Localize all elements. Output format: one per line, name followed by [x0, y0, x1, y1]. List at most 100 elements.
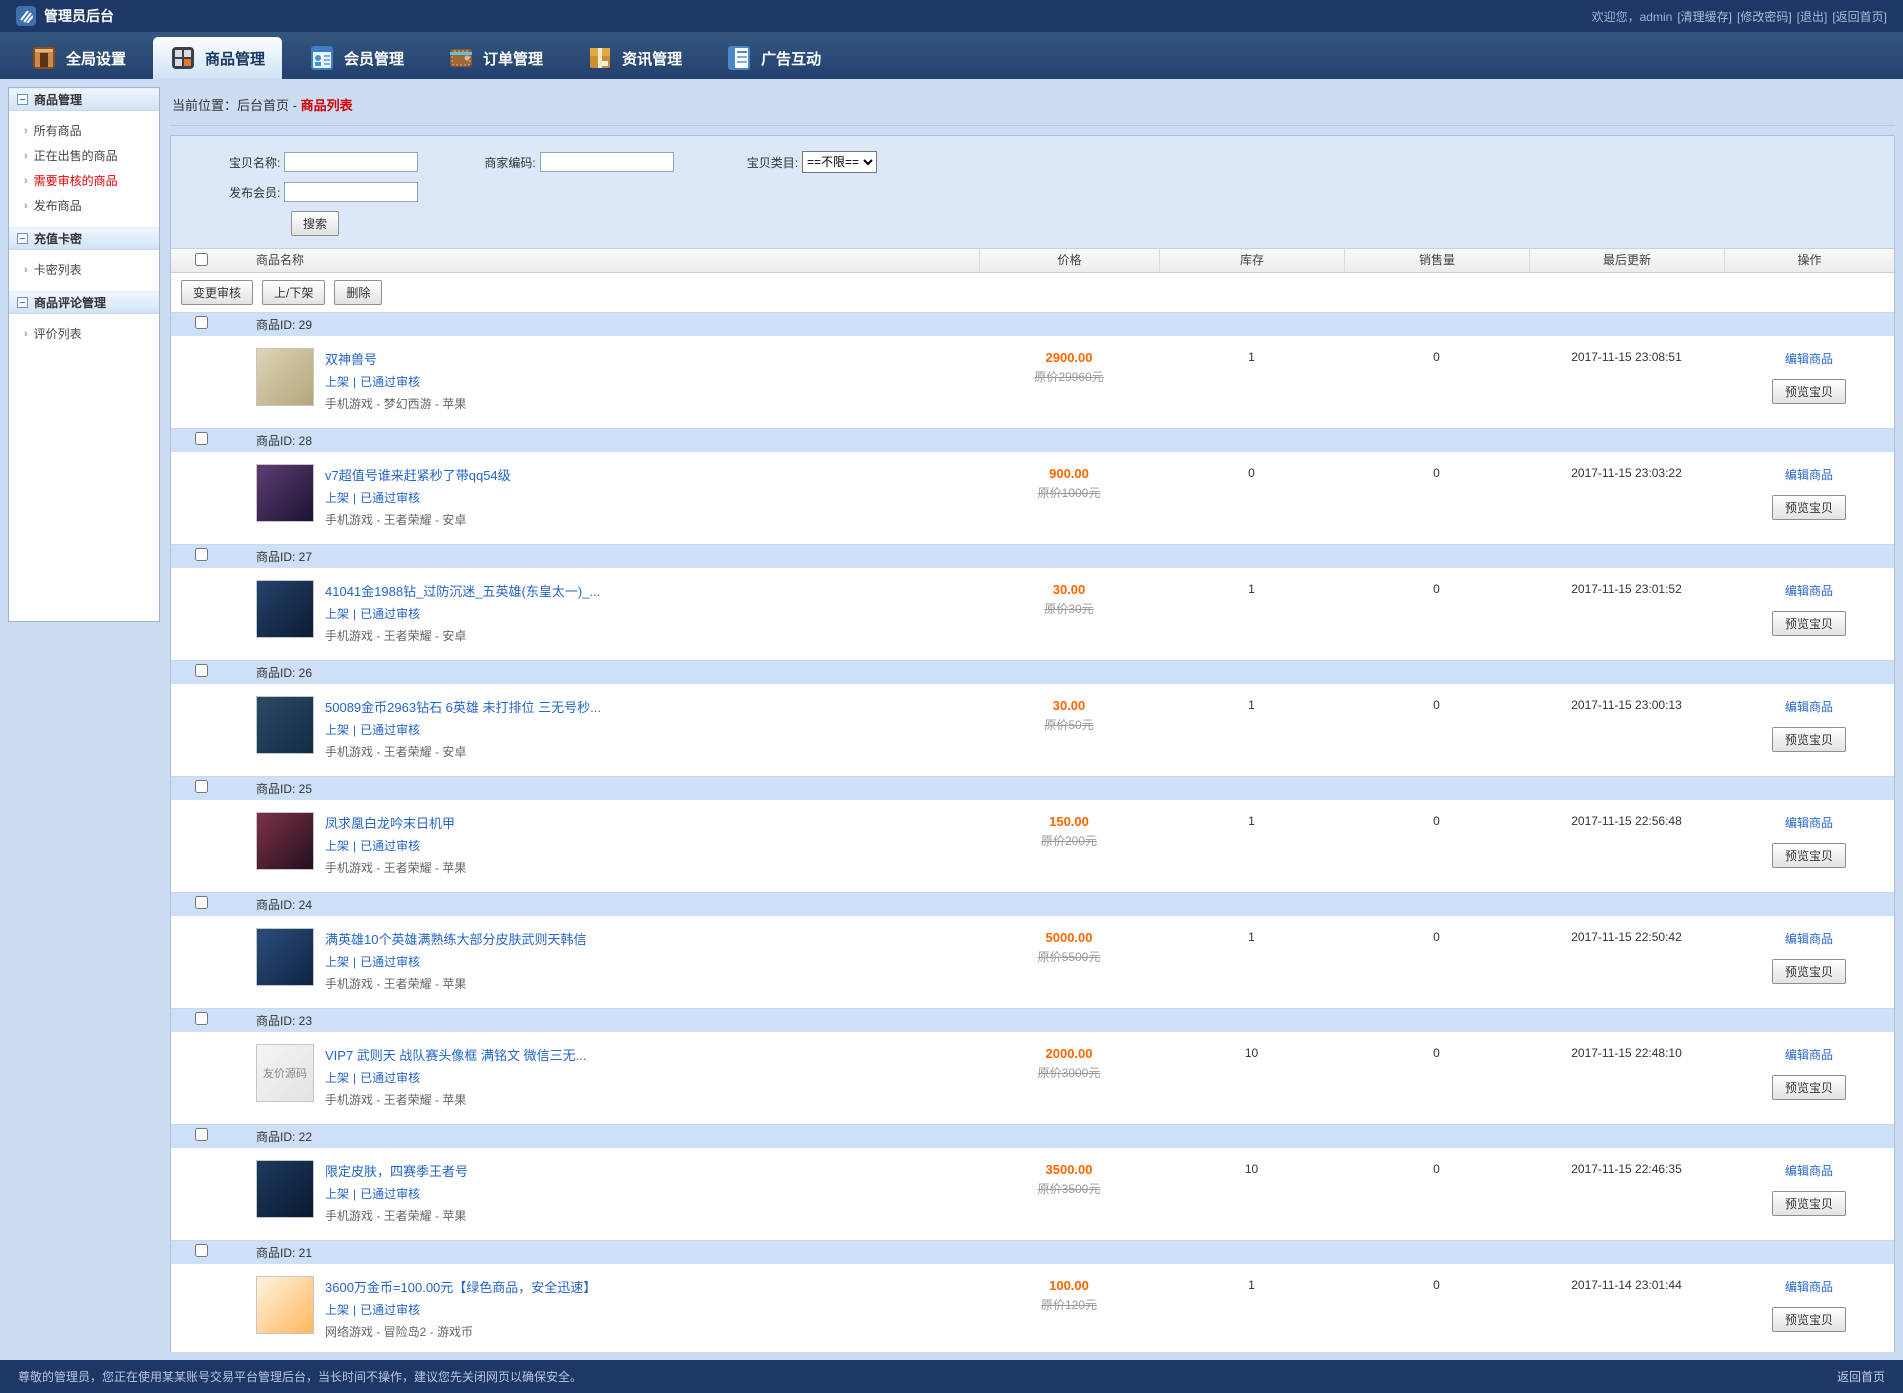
row-checkbox[interactable] — [195, 780, 208, 793]
sidebar-section-card-keys[interactable]: 充值卡密 — [9, 227, 159, 250]
row-checkbox[interactable] — [195, 1128, 208, 1141]
product-id: 商品ID: 29 — [231, 316, 1894, 333]
status-onsale-link[interactable]: 上架 — [325, 607, 349, 621]
row-checkbox[interactable] — [195, 432, 208, 445]
preview-product-button[interactable]: 预览宝贝 — [1772, 959, 1846, 984]
preview-product-button[interactable]: 预览宝贝 — [1772, 727, 1846, 752]
sidebar-item-card-key-list[interactable]: ›卡密列表 — [9, 257, 159, 282]
status-audit-link[interactable]: 已通过审核 — [360, 1303, 420, 1317]
footer-back-home-link[interactable]: 返回首页 — [1837, 1368, 1885, 1385]
tab-order-management[interactable]: 订单管理 — [431, 37, 560, 79]
product-title-link[interactable]: 凤求凰白龙吟末日机甲 — [325, 813, 466, 832]
publish-member-input[interactable] — [284, 182, 418, 202]
sidebar-item-onsale-products[interactable]: ›正在出售的商品 — [9, 143, 159, 168]
edit-product-link[interactable]: 编辑商品 — [1785, 582, 1833, 599]
status-audit-link[interactable]: 已通过审核 — [360, 607, 420, 621]
toggle-shelf-button[interactable]: 上/下架 — [262, 280, 325, 305]
search-button[interactable]: 搜索 — [291, 211, 339, 236]
product-title-link[interactable]: 限定皮肤，四赛季王者号 — [325, 1161, 468, 1180]
product-title-link[interactable]: VIP7 武则天 战队赛头像框 满铭文 微信三无... — [325, 1045, 586, 1064]
status-onsale-link[interactable]: 上架 — [325, 723, 349, 737]
product-id-row: 商品ID: 27 — [171, 544, 1894, 568]
status-audit-link[interactable]: 已通过审核 — [360, 839, 420, 853]
collapse-icon[interactable] — [17, 94, 28, 105]
product-thumbnail[interactable] — [256, 464, 314, 522]
change-password-link[interactable]: [修改密码] — [1737, 8, 1792, 25]
status-audit-link[interactable]: 已通过审核 — [360, 723, 420, 737]
preview-product-button[interactable]: 预览宝贝 — [1772, 1075, 1846, 1100]
edit-product-link[interactable]: 编辑商品 — [1785, 814, 1833, 831]
collapse-icon[interactable] — [17, 233, 28, 244]
product-name-input[interactable] — [284, 152, 418, 172]
clear-cache-link[interactable]: [清理缓存] — [1677, 8, 1732, 25]
product-title-link[interactable]: 41041金1988钻_过防沉迷_五英雄(东皇太一)_... — [325, 581, 600, 600]
row-checkbox[interactable] — [195, 1012, 208, 1025]
product-thumbnail[interactable] — [256, 1276, 314, 1334]
preview-product-button[interactable]: 预览宝贝 — [1772, 843, 1846, 868]
status-onsale-link[interactable]: 上架 — [325, 491, 349, 505]
breadcrumb-home-link[interactable]: 后台首页 — [237, 98, 289, 113]
status-onsale-link[interactable]: 上架 — [325, 1071, 349, 1085]
product-thumbnail[interactable] — [256, 812, 314, 870]
edit-product-link[interactable]: 编辑商品 — [1785, 1046, 1833, 1063]
row-checkbox[interactable] — [195, 1244, 208, 1257]
category-select[interactable]: ==不限== — [802, 151, 877, 173]
delete-button[interactable]: 删除 — [334, 280, 382, 305]
tab-product-management[interactable]: 商品管理 — [153, 37, 282, 79]
preview-product-button[interactable]: 预览宝贝 — [1772, 1191, 1846, 1216]
stock: 1 — [1159, 580, 1344, 644]
row-checkbox[interactable] — [195, 896, 208, 909]
product-thumbnail[interactable] — [256, 580, 314, 638]
status-onsale-link[interactable]: 上架 — [325, 839, 349, 853]
sidebar-item-publish-product[interactable]: ›发布商品 — [9, 193, 159, 218]
product-thumbnail[interactable] — [256, 696, 314, 754]
tab-member-management[interactable]: 会员管理 — [292, 37, 421, 79]
sidebar-item-review-list[interactable]: ›评价列表 — [9, 321, 159, 346]
status-onsale-link[interactable]: 上架 — [325, 1303, 349, 1317]
preview-product-button[interactable]: 预览宝贝 — [1772, 379, 1846, 404]
sidebar-item-all-products[interactable]: ›所有商品 — [9, 118, 159, 143]
edit-product-link[interactable]: 编辑商品 — [1785, 930, 1833, 947]
row-checkbox[interactable] — [195, 316, 208, 329]
tab-ads-interaction[interactable]: 广告互动 — [709, 37, 838, 79]
status-onsale-link[interactable]: 上架 — [325, 955, 349, 969]
edit-product-link[interactable]: 编辑商品 — [1785, 466, 1833, 483]
status-onsale-link[interactable]: 上架 — [325, 375, 349, 389]
status-audit-link[interactable]: 已通过审核 — [360, 1187, 420, 1201]
product-title-link[interactable]: 50089金币2963钻石 6英雄 未打排位 三无号秒... — [325, 697, 601, 716]
tab-news-management[interactable]: 资讯管理 — [570, 37, 699, 79]
product-title-link[interactable]: v7超值号谁来赶紧秒了带qq54级 — [325, 465, 511, 484]
collapse-icon[interactable] — [17, 297, 28, 308]
status-audit-link[interactable]: 已通过审核 — [360, 375, 420, 389]
preview-product-button[interactable]: 预览宝贝 — [1772, 1307, 1846, 1332]
status-audit-link[interactable]: 已通过审核 — [360, 491, 420, 505]
status-audit-link[interactable]: 已通过审核 — [360, 955, 420, 969]
product-thumbnail[interactable]: 友价源码 — [256, 1044, 314, 1102]
logout-link[interactable]: [退出] — [1797, 8, 1828, 25]
row-checkbox[interactable] — [195, 548, 208, 561]
preview-product-button[interactable]: 预览宝贝 — [1772, 495, 1846, 520]
select-all-checkbox[interactable] — [195, 253, 208, 266]
merchant-code-input[interactable] — [540, 152, 674, 172]
edit-product-link[interactable]: 编辑商品 — [1785, 1162, 1833, 1179]
sidebar-item-pending-audit-products[interactable]: ›需要审核的商品 — [9, 168, 159, 193]
tab-global-settings[interactable]: 全局设置 — [14, 37, 143, 79]
sidebar-section-product-comments[interactable]: 商品评论管理 — [9, 291, 159, 314]
product-title-link[interactable]: 满英雄10个英雄满熟练大部分皮肤武则天韩信 — [325, 929, 586, 948]
change-audit-button[interactable]: 变更审核 — [181, 280, 253, 305]
product-thumbnail[interactable] — [256, 928, 314, 986]
product-thumbnail[interactable] — [256, 348, 314, 406]
status-onsale-link[interactable]: 上架 — [325, 1187, 349, 1201]
stock: 1 — [1159, 348, 1344, 412]
product-title-link[interactable]: 3600万金币=100.00元【绿色商品，安全迅速】 — [325, 1277, 596, 1296]
edit-product-link[interactable]: 编辑商品 — [1785, 1278, 1833, 1295]
preview-product-button[interactable]: 预览宝贝 — [1772, 611, 1846, 636]
edit-product-link[interactable]: 编辑商品 — [1785, 350, 1833, 367]
product-title-link[interactable]: 双神兽号 — [325, 349, 466, 368]
row-checkbox[interactable] — [195, 664, 208, 677]
back-home-link[interactable]: [返回首页] — [1832, 8, 1887, 25]
status-audit-link[interactable]: 已通过审核 — [360, 1071, 420, 1085]
edit-product-link[interactable]: 编辑商品 — [1785, 698, 1833, 715]
product-thumbnail[interactable] — [256, 1160, 314, 1218]
sidebar-section-products[interactable]: 商品管理 — [9, 88, 159, 111]
